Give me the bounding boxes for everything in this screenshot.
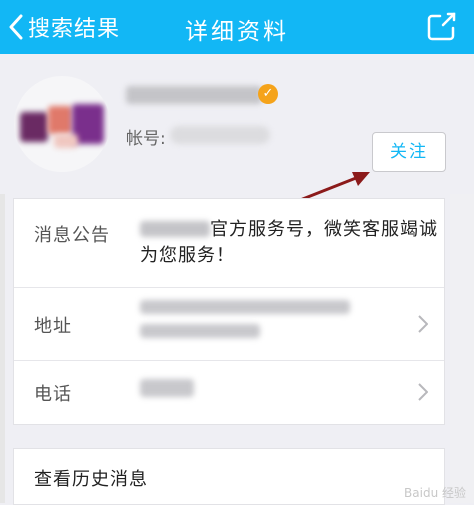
details-card: 消息公告 官方服务号，微笑客服竭诚为您服务！ 地址 电话 xyxy=(13,198,445,425)
profile-header: ✓ 帐号: xyxy=(0,54,474,194)
name-redaction xyxy=(126,86,262,104)
address-label: 地址 xyxy=(34,316,72,337)
check-badge-icon: ✓ xyxy=(258,84,278,104)
notice-text: 官方服务号，微笑客服竭诚为您服务！ xyxy=(140,217,440,269)
chevron-right-icon xyxy=(418,315,428,333)
name-redaction-blur xyxy=(126,86,262,104)
avatar-blur xyxy=(54,134,78,148)
history-card[interactable]: 查看历史消息 xyxy=(13,448,445,505)
view-history-label: 查看历史消息 xyxy=(34,469,148,490)
account-label: 帐号: xyxy=(126,129,166,149)
phone-label: 电话 xyxy=(34,384,72,405)
navigation-bar: 搜索结果 详细资料 xyxy=(0,0,474,54)
address-redaction xyxy=(140,300,350,314)
phone-redaction xyxy=(140,379,194,397)
follow-button[interactable]: 关注 xyxy=(372,132,446,172)
address-redaction xyxy=(140,324,260,338)
account-redaction xyxy=(170,126,270,144)
avatar-blur xyxy=(20,112,48,142)
notice-row: 消息公告 官方服务号，微笑客服竭诚为您服务！ xyxy=(14,199,444,288)
page-title: 详细资料 xyxy=(185,19,289,45)
avatar[interactable] xyxy=(14,76,110,172)
notice-redaction xyxy=(140,221,210,237)
avatar-blur xyxy=(48,106,72,134)
watermark: Baidu 经验 xyxy=(404,486,466,500)
phone-row[interactable]: 电话 xyxy=(14,361,444,423)
notice-label: 消息公告 xyxy=(34,225,110,246)
chevron-right-icon xyxy=(418,383,428,401)
share-icon[interactable] xyxy=(426,10,458,42)
address-row[interactable]: 地址 xyxy=(14,288,444,361)
